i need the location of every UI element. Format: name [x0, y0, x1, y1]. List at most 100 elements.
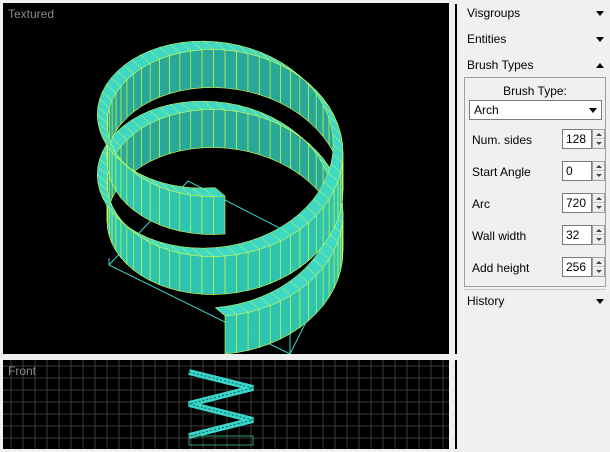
arch-segment — [299, 222, 309, 269]
arc-input[interactable]: 720 — [562, 193, 592, 213]
arch-segment — [133, 171, 142, 217]
arch-segment — [290, 69, 301, 116]
arch-segment — [149, 118, 160, 162]
arch-segment — [236, 252, 249, 294]
spin-up-button[interactable] — [593, 162, 604, 171]
prop-label-add-height: Add height — [472, 261, 530, 275]
arch-segment — [280, 235, 291, 280]
section-label: Entities — [467, 32, 507, 46]
arch-segment — [133, 67, 142, 113]
arch-segment — [133, 231, 142, 277]
spin-up-icon — [595, 260, 602, 264]
arch-segment — [141, 122, 151, 167]
arch-segment — [120, 78, 128, 125]
side-panel: Visgroups Entities Brush Types Brush Typ… — [460, 0, 610, 452]
arch-segment — [269, 59, 281, 104]
front-viewport[interactable]: Front — [3, 360, 449, 449]
triangle-down-icon — [596, 36, 604, 42]
arch-segment — [149, 58, 160, 102]
spin-down-button[interactable] — [593, 171, 604, 180]
arch-segment — [269, 240, 281, 285]
spin-up-button[interactable] — [593, 130, 604, 139]
arch-segment — [258, 56, 271, 99]
add-height-input[interactable]: 256 — [562, 257, 592, 277]
arch-segment — [224, 49, 237, 90]
arch-segment — [141, 62, 151, 107]
splitter-line-top — [455, 4, 457, 354]
viewport-label-textured: Textured — [8, 7, 55, 21]
spin-down-button[interactable] — [593, 235, 604, 244]
arch-segment — [179, 252, 192, 294]
spin-down-icon — [595, 174, 602, 177]
splitter-line-bottom — [455, 360, 457, 449]
num-sides-stepper[interactable]: 128 — [562, 129, 605, 149]
arch-segment — [190, 254, 203, 295]
arch-segment — [126, 165, 135, 211]
arch-segment — [213, 195, 226, 235]
arch-segment — [247, 309, 260, 351]
wall-width-stepper[interactable]: 32 — [562, 225, 605, 245]
front-grid-render — [3, 360, 449, 449]
spin-down-button[interactable] — [593, 203, 604, 212]
arch-segment — [280, 295, 291, 340]
arch-segment — [224, 109, 237, 150]
arch-segment — [169, 52, 181, 95]
spin-down-button[interactable] — [593, 267, 604, 276]
spin-down-button[interactable] — [593, 139, 604, 148]
arch-segment — [179, 110, 192, 152]
spin-up-button[interactable] — [593, 226, 604, 235]
arch-segment — [290, 129, 301, 176]
prop-label-wall-width: Wall width — [472, 229, 527, 243]
arch-brush-render — [96, 40, 344, 354]
arch-base-outline — [188, 435, 254, 446]
start-angle-input[interactable]: 0 — [562, 161, 592, 181]
arch-segment — [190, 109, 203, 150]
arch-segment — [258, 245, 271, 288]
arc-stepper[interactable]: 720 — [562, 193, 605, 213]
arch-segment — [213, 255, 226, 295]
brush-type-selected: Arch — [474, 103, 499, 117]
section-label: Visgroups — [467, 6, 521, 20]
textured-viewport[interactable]: Textured — [3, 3, 449, 354]
spin-down-icon — [595, 206, 602, 209]
spin-buttons — [592, 193, 605, 213]
arch-segment — [159, 186, 170, 229]
arch-segment — [201, 255, 214, 295]
section-label: History — [467, 294, 505, 308]
start-angle-stepper[interactable]: 0 — [562, 161, 605, 181]
spin-up-button[interactable] — [593, 258, 604, 267]
spin-up-button[interactable] — [593, 194, 604, 203]
triangle-down-icon — [596, 10, 604, 16]
section-entities[interactable]: Entities — [460, 27, 610, 51]
spin-up-icon — [595, 164, 602, 168]
section-visgroups[interactable]: Visgroups — [460, 1, 610, 25]
brush-type-select[interactable]: Arch — [469, 100, 602, 120]
spin-down-icon — [595, 270, 602, 273]
arch-segment — [224, 314, 237, 354]
section-history[interactable]: History — [460, 289, 610, 313]
arch-segment — [190, 194, 203, 235]
arch-segment — [179, 50, 192, 92]
spin-up-icon — [595, 228, 602, 232]
arch-segment — [290, 288, 301, 335]
spin-buttons — [592, 225, 605, 245]
section-brush-types[interactable]: Brush Types — [460, 53, 610, 77]
arch-segment — [201, 109, 214, 149]
triangle-up-icon — [596, 62, 604, 68]
prop-label-num-sides: Num. sides — [472, 133, 533, 147]
add-height-stepper[interactable]: 256 — [562, 257, 605, 277]
arch-segment — [247, 113, 260, 155]
arch-segment — [213, 109, 226, 149]
arch-segment — [169, 249, 181, 292]
arch-segment — [133, 127, 142, 173]
arch-segment — [308, 274, 317, 322]
arch-segment — [159, 246, 170, 289]
arch-segment — [169, 189, 181, 232]
arch-segment — [169, 112, 181, 155]
spin-down-icon — [595, 238, 602, 241]
arch-segment — [290, 228, 301, 275]
prop-label-arc: Arc — [472, 197, 490, 211]
num-sides-input[interactable]: 128 — [562, 129, 592, 149]
wall-width-input[interactable]: 32 — [562, 225, 592, 245]
arch-segment — [159, 115, 170, 158]
